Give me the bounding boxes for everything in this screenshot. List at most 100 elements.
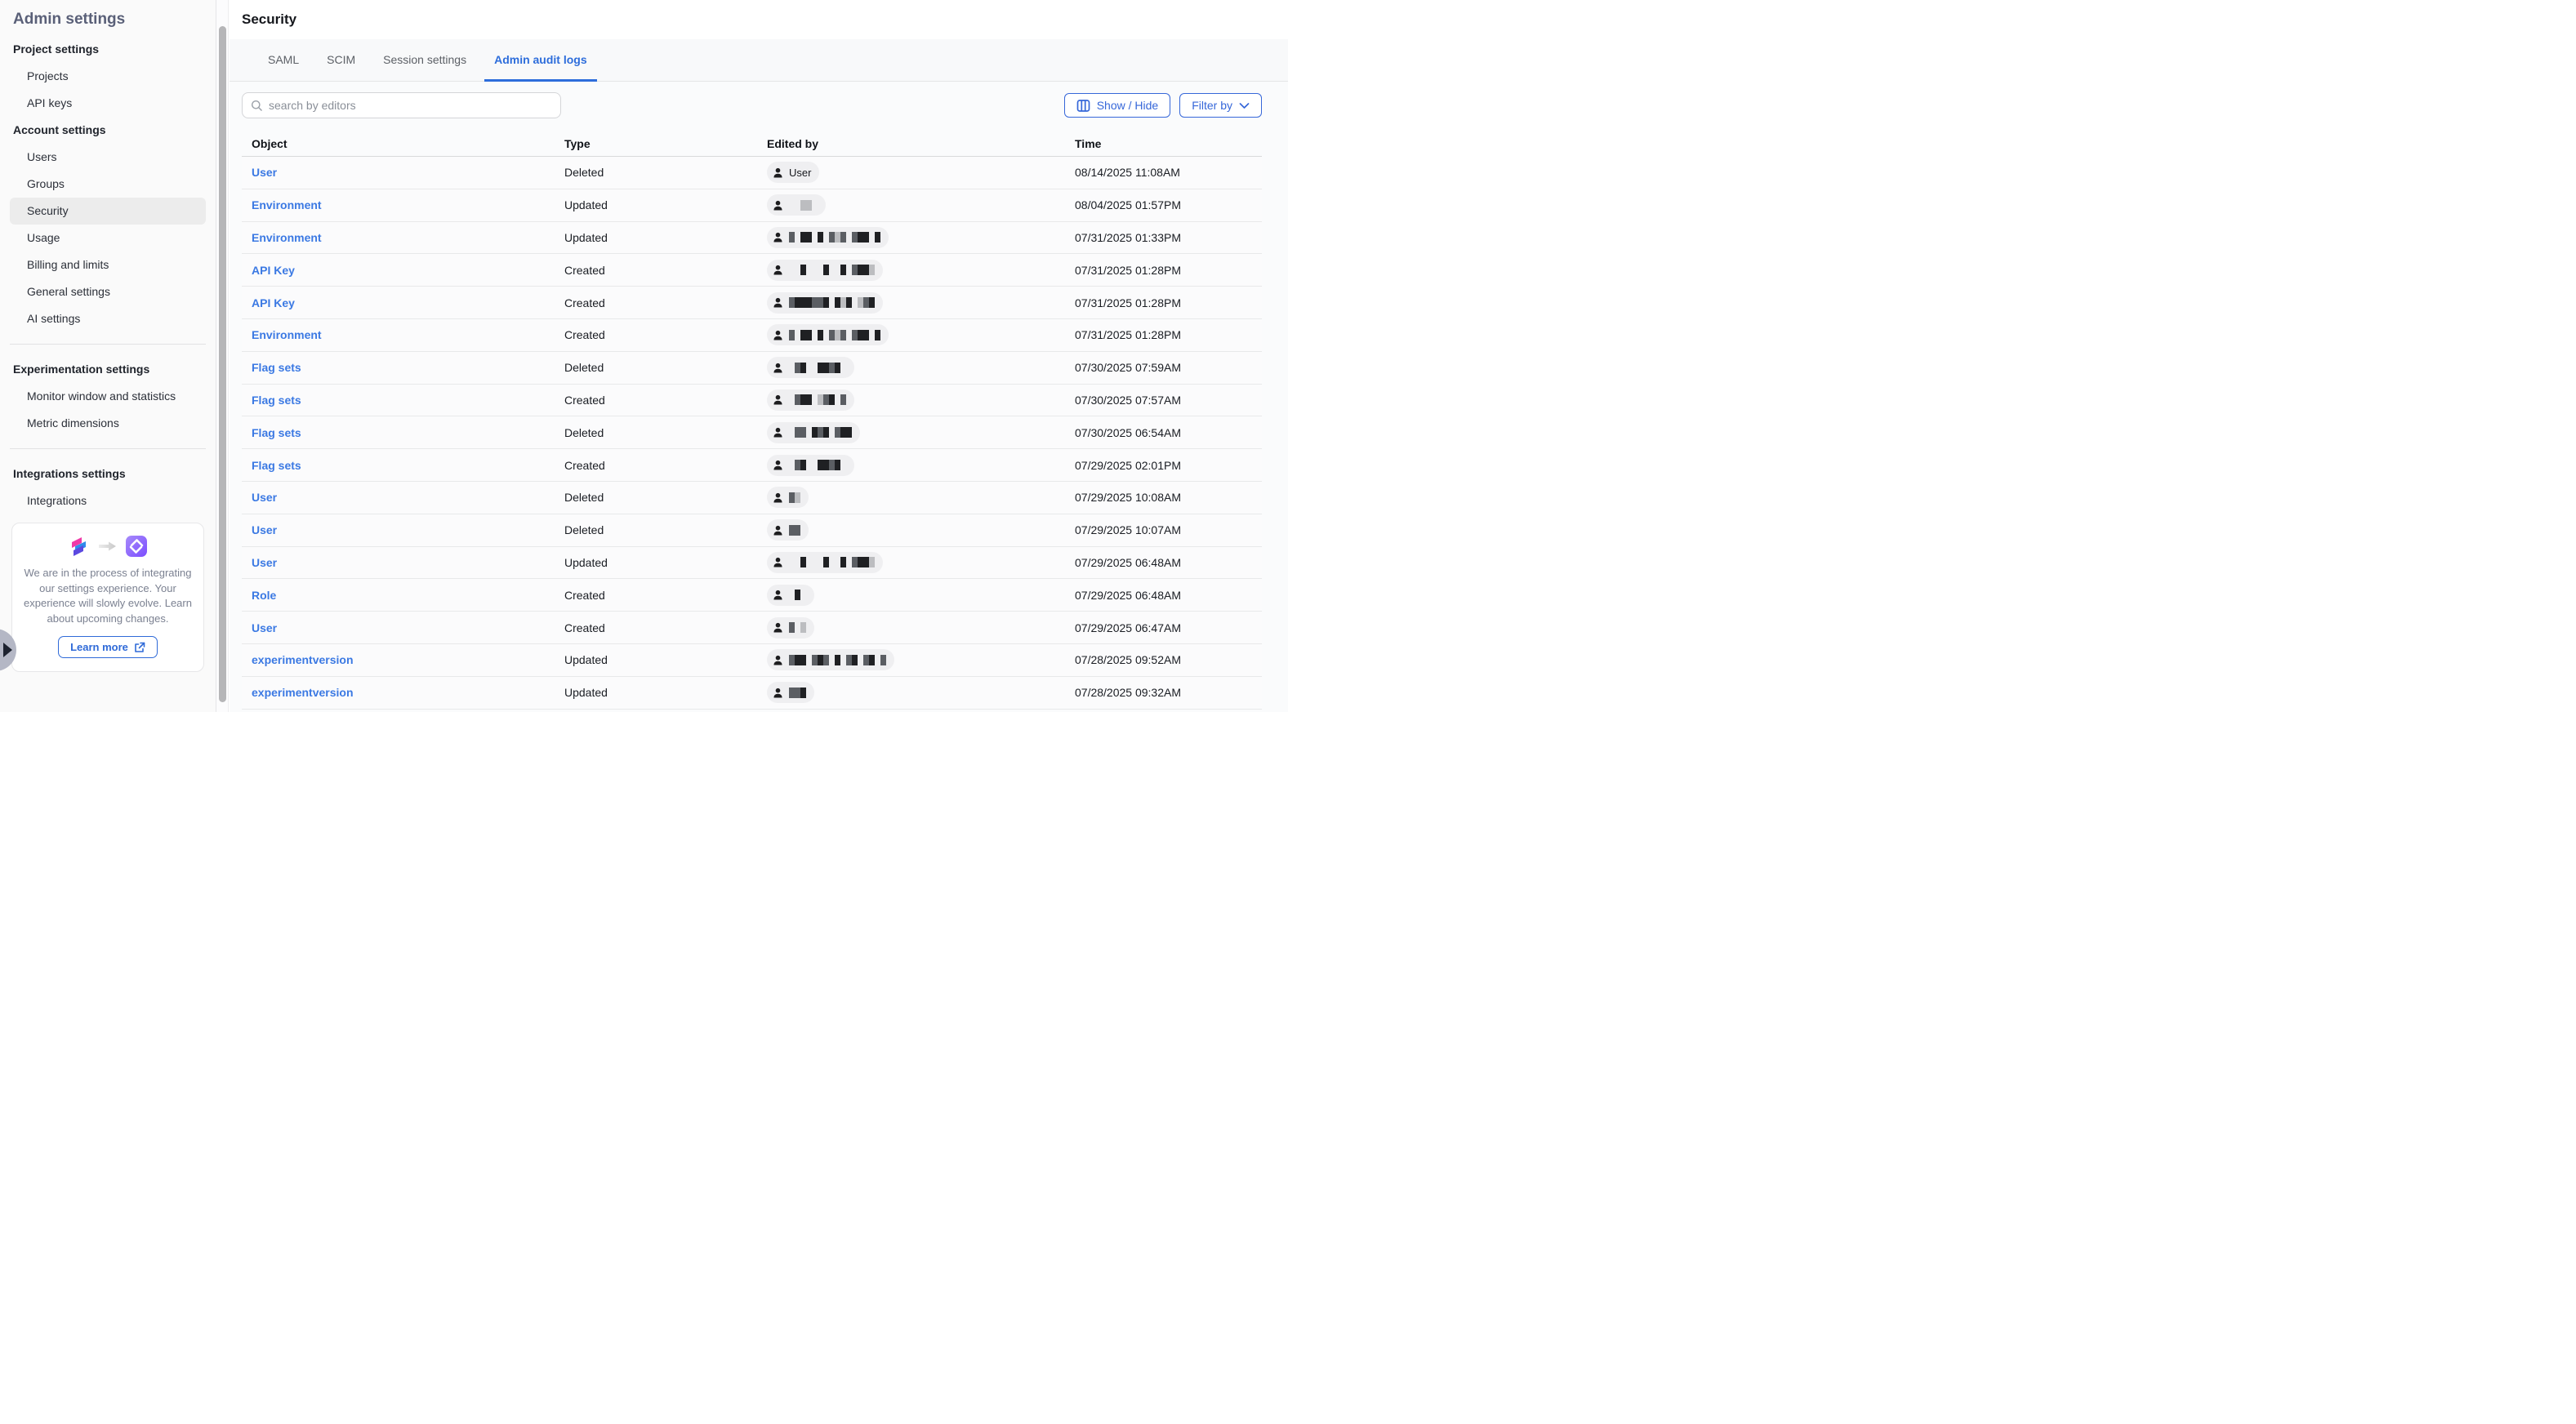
editor-chip xyxy=(767,487,809,508)
column-header-edited-by: Edited by xyxy=(767,137,1075,150)
tab-saml[interactable]: SAML xyxy=(258,39,309,82)
editor-chip xyxy=(767,519,809,541)
person-icon xyxy=(772,426,784,438)
object-link[interactable]: Role xyxy=(252,589,276,602)
filter-by-button[interactable]: Filter by xyxy=(1179,93,1262,118)
object-link[interactable]: User xyxy=(252,491,277,504)
person-icon xyxy=(772,459,784,471)
type-cell: Updated xyxy=(564,653,767,666)
search-input-wrapper xyxy=(242,92,561,118)
object-link[interactable]: Flag sets xyxy=(252,394,301,407)
object-cell: Flag sets xyxy=(252,426,564,439)
redacted-editor-name xyxy=(789,330,880,340)
filter-by-label: Filter by xyxy=(1192,99,1232,112)
time-cell: 07/31/2025 01:28PM xyxy=(1075,328,1262,341)
editor-chip xyxy=(767,682,814,703)
promo-logos xyxy=(24,535,192,558)
sidebar-item-users[interactable]: Users xyxy=(0,144,216,171)
promo-card: We are in the process of integrating our… xyxy=(11,523,204,672)
object-cell: API Key xyxy=(252,264,564,277)
tab-scim[interactable]: SCIM xyxy=(317,39,365,82)
object-link[interactable]: User xyxy=(252,166,277,179)
table-row: Flag setsDeleted07/30/2025 07:59AM xyxy=(242,352,1262,385)
sidebar-item-integrations[interactable]: Integrations xyxy=(0,487,216,514)
object-cell: User xyxy=(252,621,564,634)
person-icon xyxy=(772,231,784,243)
sidebar-divider xyxy=(10,344,206,345)
sidebar-item-security[interactable]: Security xyxy=(10,198,206,225)
column-header-object: Object xyxy=(252,137,564,150)
edited-by-cell xyxy=(767,585,1075,606)
object-cell: User xyxy=(252,491,564,504)
show-hide-button[interactable]: Show / Hide xyxy=(1064,93,1170,118)
statsig-new-logo xyxy=(125,535,148,558)
redacted-editor-name xyxy=(789,200,818,211)
object-link[interactable]: User xyxy=(252,621,277,634)
object-link[interactable]: Environment xyxy=(252,328,322,341)
external-link-icon xyxy=(134,642,145,653)
object-link[interactable]: experimentversion xyxy=(252,686,354,699)
sidebar-item-monitor-window-and-statistics[interactable]: Monitor window and statistics xyxy=(0,383,216,410)
type-cell: Updated xyxy=(564,556,767,569)
object-link[interactable]: Flag sets xyxy=(252,459,301,472)
editor-chip xyxy=(767,292,883,314)
editor-chip xyxy=(767,552,883,573)
sidebar-section-project-settings: Project settings xyxy=(0,36,216,63)
sidebar-item-usage[interactable]: Usage xyxy=(0,225,216,251)
edited-by-cell xyxy=(767,389,1075,411)
tab-admin-audit-logs[interactable]: Admin audit logs xyxy=(484,39,597,82)
object-link[interactable]: API Key xyxy=(252,264,295,277)
search-input[interactable] xyxy=(269,99,552,112)
edited-by-cell xyxy=(767,682,1075,703)
person-icon xyxy=(772,524,784,536)
sidebar-title: Admin settings xyxy=(0,0,216,36)
sidebar-item-ai-settings[interactable]: AI settings xyxy=(0,305,216,332)
edited-by-cell xyxy=(767,617,1075,639)
table-row: EnvironmentCreated07/31/2025 01:28PM xyxy=(242,319,1262,352)
learn-more-button[interactable]: Learn more xyxy=(58,636,158,658)
sidebar-nav: Project settingsProjectsAPI keysAccount … xyxy=(0,36,216,514)
page-title: Security xyxy=(242,11,296,28)
person-icon xyxy=(772,492,784,504)
table-row: User Created 07/29/2025 06:47AM xyxy=(242,612,1262,644)
sidebar-item-api-keys[interactable]: API keys xyxy=(0,90,216,117)
time-cell: 07/29/2025 06:47AM xyxy=(1075,621,1262,634)
object-cell: Flag sets xyxy=(252,459,564,472)
object-link[interactable]: experimentversion xyxy=(252,653,354,666)
person-icon xyxy=(772,296,784,309)
type-cell: Deleted xyxy=(564,523,767,536)
time-cell: 07/31/2025 01:28PM xyxy=(1075,264,1262,277)
sidebar-scrollbar-thumb[interactable] xyxy=(219,26,226,702)
type-cell: Updated xyxy=(564,231,767,244)
redacted-editor-name xyxy=(789,297,875,308)
time-cell: 07/29/2025 06:48AM xyxy=(1075,556,1262,569)
editor-chip xyxy=(767,194,826,216)
object-link[interactable]: User xyxy=(252,556,277,569)
object-link[interactable]: Flag sets xyxy=(252,426,301,439)
redacted-editor-name xyxy=(789,460,846,470)
redacted-editor-name xyxy=(789,590,806,600)
sidebar-item-metric-dimensions[interactable]: Metric dimensions xyxy=(0,410,216,437)
object-link[interactable]: Environment xyxy=(252,231,322,244)
object-link[interactable]: Flag sets xyxy=(252,361,301,374)
redacted-editor-name xyxy=(789,394,846,405)
table-row: UserDeleted07/29/2025 10:07AM xyxy=(242,514,1262,547)
sidebar-item-billing-and-limits[interactable]: Billing and limits xyxy=(0,251,216,278)
object-link[interactable]: API Key xyxy=(252,296,295,309)
object-cell: Role xyxy=(252,589,564,602)
editor-name: User xyxy=(789,167,811,179)
table-row: Flag setsCreated07/30/2025 07:57AM xyxy=(242,385,1262,417)
sidebar-scrollbar[interactable] xyxy=(216,0,229,712)
editor-chip xyxy=(767,389,854,411)
type-cell: Deleted xyxy=(564,426,767,439)
tab-session-settings[interactable]: Session settings xyxy=(373,39,476,82)
sidebar-item-groups[interactable]: Groups xyxy=(0,171,216,198)
object-cell: User xyxy=(252,523,564,536)
sidebar-item-general-settings[interactable]: General settings xyxy=(0,278,216,305)
object-link[interactable]: User xyxy=(252,523,277,536)
sidebar-item-projects[interactable]: Projects xyxy=(0,63,216,90)
type-cell: Created xyxy=(564,621,767,634)
edited-by-cell xyxy=(767,194,1075,216)
object-link[interactable]: Environment xyxy=(252,198,322,211)
time-cell: 07/29/2025 10:08AM xyxy=(1075,491,1262,504)
